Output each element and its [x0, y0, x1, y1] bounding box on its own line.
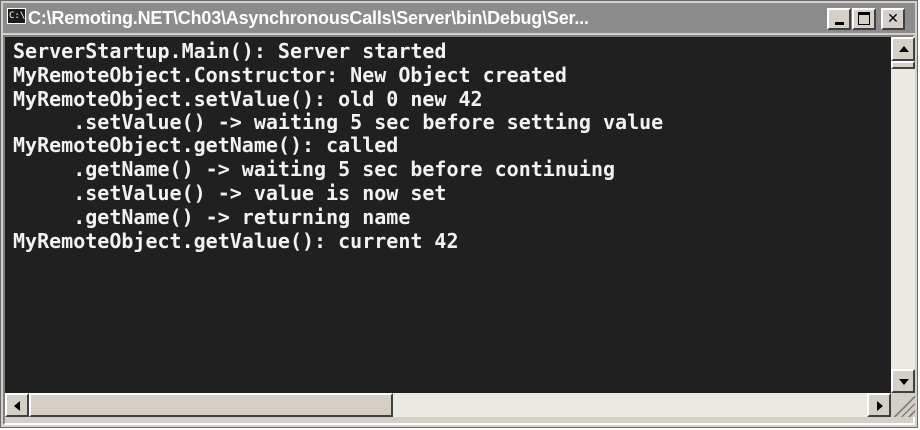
- horizontal-scroll-thumb[interactable]: [29, 393, 393, 417]
- console-line: .getName() -> waiting 5 sec before conti…: [13, 157, 616, 181]
- scroll-left-icon: [14, 401, 20, 411]
- title-bar[interactable]: C:\ C:\Remoting.NET\Ch03\AsynchronousCal…: [3, 3, 915, 33]
- scroll-right-button[interactable]: [867, 393, 891, 417]
- resize-grip[interactable]: [891, 393, 915, 417]
- scroll-up-icon: [899, 46, 909, 52]
- console-line: MyRemoteObject.getName(): called: [13, 133, 399, 157]
- maximize-icon: [858, 12, 870, 25]
- close-icon: ✕: [887, 11, 899, 27]
- scroll-right-icon: [877, 401, 883, 411]
- console-line: .setValue() -> waiting 5 sec before sett…: [13, 110, 664, 134]
- scroll-up-button[interactable]: [891, 37, 915, 61]
- vertical-scroll-thumb[interactable]: [891, 61, 915, 69]
- minimize-icon: [834, 22, 844, 25]
- minimize-button[interactable]: [827, 8, 851, 30]
- console-line: ServerStartup.Main(): Server started: [13, 39, 447, 63]
- console-window: C:\ C:\Remoting.NET\Ch03\AsynchronousCal…: [0, 0, 918, 428]
- console-line: MyRemoteObject.getValue(): current 42: [13, 229, 459, 253]
- console-line: MyRemoteObject.Constructor: New Object c…: [13, 63, 567, 87]
- scroll-down-icon: [899, 379, 909, 385]
- scroll-down-button[interactable]: [891, 369, 915, 393]
- console-line: .setValue() -> value is now set: [13, 181, 447, 205]
- horizontal-scrollbar[interactable]: [5, 393, 891, 417]
- console-icon[interactable]: C:\: [7, 8, 26, 24]
- vertical-scrollbar[interactable]: [891, 37, 915, 393]
- maximize-button[interactable]: [852, 8, 876, 30]
- console-line: MyRemoteObject.setValue(): old 0 new 42: [13, 87, 483, 111]
- close-button[interactable]: ✕: [881, 8, 905, 30]
- console-line: .getName() -> returning name: [13, 205, 411, 229]
- console-output[interactable]: ServerStartup.Main(): Server started MyR…: [5, 37, 891, 393]
- console-client-area: ServerStartup.Main(): Server started MyR…: [3, 35, 915, 425]
- window-title: C:\Remoting.NET\Ch03\AsynchronousCalls\S…: [28, 8, 589, 28]
- scroll-left-button[interactable]: [5, 393, 29, 417]
